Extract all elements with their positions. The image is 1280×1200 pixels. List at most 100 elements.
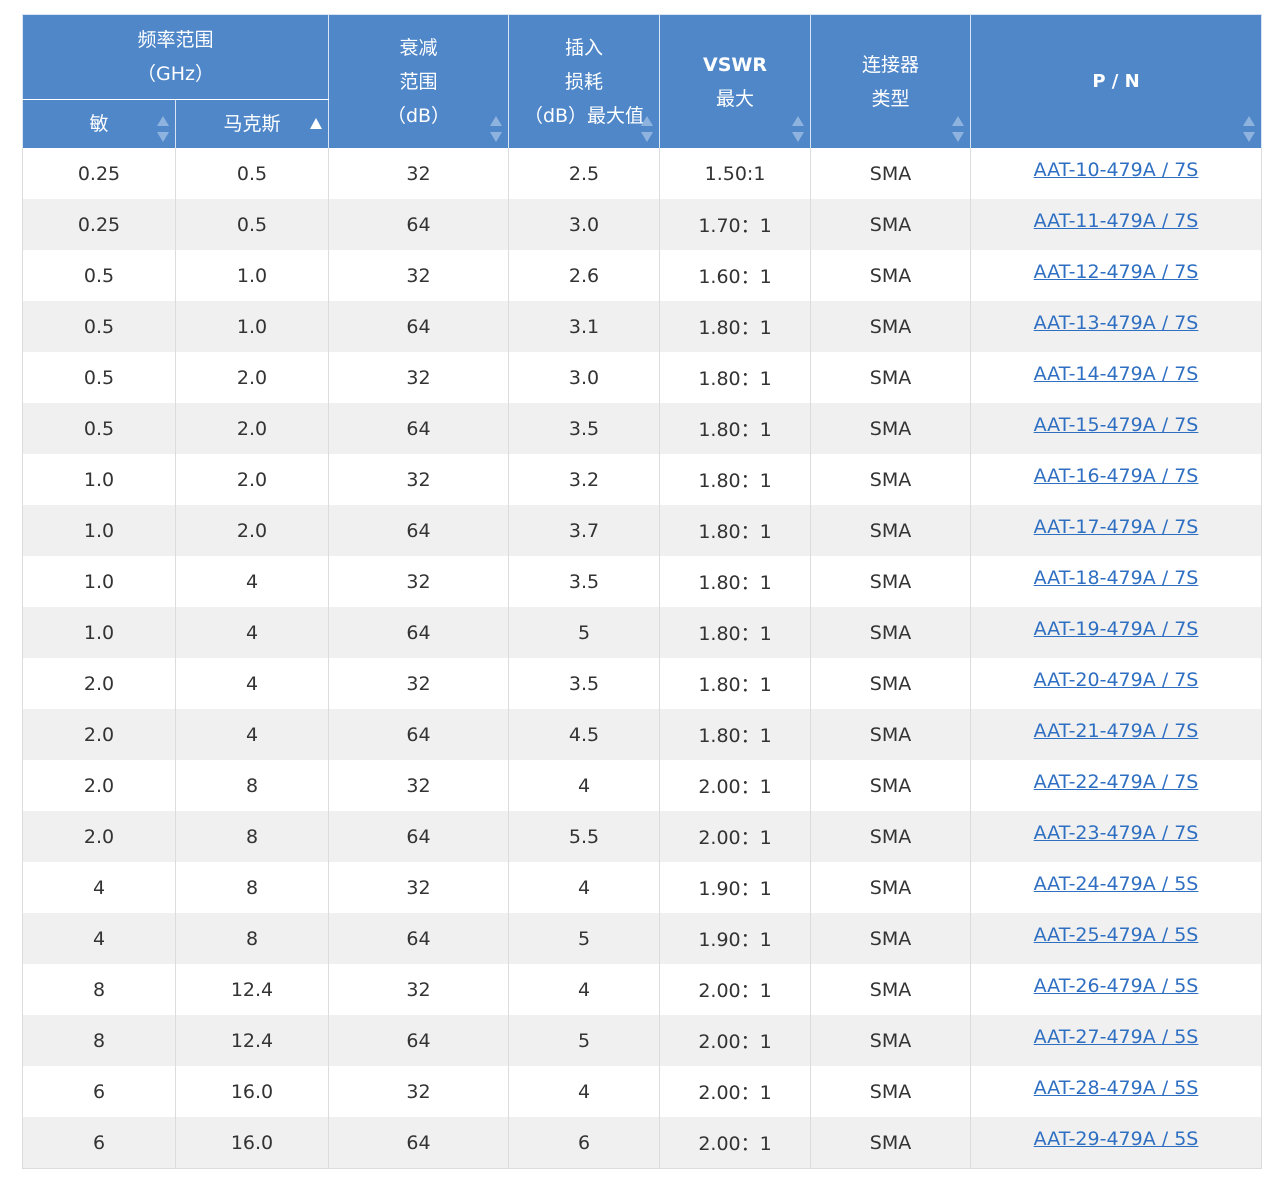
max-frequency-cell: 12.4 [174,964,330,1015]
max-frequency-cell: 1.0 [174,250,330,301]
connector-type-cell: SMA [810,862,972,913]
insertion-loss-cell: 4 [508,760,661,811]
part-number-link[interactable]: AAT-27-479A / 5S [1034,1026,1199,1048]
insertion-loss-header-line1: 插入 [565,36,604,59]
min-frequency-cell: 0.5 [22,301,176,352]
insertion-loss-cell: 6 [508,1117,661,1169]
max-frequency-cell: 4 [174,556,330,607]
part-number-cell: AAT-12-479A / 7S [970,250,1263,301]
vswr-cell: 1.80：1 [659,505,812,556]
part-number-link[interactable]: AAT-22-479A / 7S [1034,771,1199,793]
attenuation-header-line2: 范围 [399,70,438,93]
part-number-link[interactable]: AAT-25-479A / 5S [1034,924,1199,946]
vswr-header[interactable]: VSWR 最大 [659,14,812,148]
max-frequency-cell: 1.0 [174,301,330,352]
part-number-link[interactable]: AAT-12-479A / 7S [1034,261,1199,283]
part-number-link[interactable]: AAT-18-479A / 7S [1034,567,1199,589]
connector-type-cell: SMA [810,148,972,199]
connector-type-cell: SMA [810,454,972,505]
part-number-link-wrapper: AAT-20-479A / 7S [1034,669,1199,691]
connector-type-cell: SMA [810,1015,972,1066]
part-number-link-wrapper: AAT-10-479A / 7S [1034,159,1199,181]
sort-both-icon[interactable] [952,116,965,142]
part-number-cell: AAT-29-479A / 5S [970,1117,1263,1169]
attenuation-cell: 64 [328,403,510,454]
part-number-link[interactable]: AAT-11-479A / 7S [1034,210,1199,232]
part-number-link[interactable]: AAT-16-479A / 7S [1034,465,1199,487]
insertion-loss-cell: 5 [508,607,661,658]
connector-type-cell: SMA [810,658,972,709]
vswr-cell: 1.80：1 [659,403,812,454]
max-frequency-cell: 0.5 [174,199,330,250]
attenuation-header-line3: （dB） [386,104,451,127]
part-number-link[interactable]: AAT-29-479A / 5S [1034,1128,1199,1150]
vswr-cell: 2.00：1 [659,1066,812,1117]
part-number-link-wrapper: AAT-26-479A / 5S [1034,975,1199,997]
min-frequency-cell: 0.5 [22,352,176,403]
part-number-link-wrapper: AAT-12-479A / 7S [1034,261,1199,283]
part-number-link[interactable]: AAT-28-479A / 5S [1034,1077,1199,1099]
max-frequency-header[interactable]: 马克斯 [174,99,330,148]
part-number-link[interactable]: AAT-19-479A / 7S [1034,618,1199,640]
part-number-link[interactable]: AAT-23-479A / 7S [1034,822,1199,844]
max-frequency-cell: 4 [174,709,330,760]
table-row: 4 8 64 5 1.90：1 SMA AAT-25-479A / 5S [22,913,1263,964]
sort-both-icon[interactable] [157,116,169,142]
part-number-cell: AAT-18-479A / 7S [970,556,1263,607]
connector-header-line2: 类型 [871,87,910,110]
max-frequency-cell: 8 [174,913,330,964]
frequency-range-label: 频率范围 [137,29,214,51]
sort-both-icon[interactable] [1243,116,1256,142]
connector-type-cell: SMA [810,403,972,454]
part-number-cell: AAT-17-479A / 7S [970,505,1263,556]
part-number-link[interactable]: AAT-13-479A / 7S [1034,312,1199,334]
part-number-link[interactable]: AAT-10-479A / 7S [1034,159,1199,181]
part-number-cell: AAT-22-479A / 7S [970,760,1263,811]
vswr-cell: 2.00：1 [659,1015,812,1066]
product-table: 频率范围 （GHz） 衰减 范围 （dB） 插入 损耗 （dB）最大值 VSWR [21,14,1263,1169]
connector-header-line1: 连接器 [862,53,920,76]
sort-both-icon[interactable] [792,116,805,142]
part-number-link[interactable]: AAT-21-479A / 7S [1034,720,1199,742]
attenuation-cell: 32 [328,250,510,301]
insertion-loss-header-line3: （dB）最大值 [523,104,645,127]
part-number-header[interactable]: P / N [970,14,1263,148]
part-number-link[interactable]: AAT-14-479A / 7S [1034,363,1199,385]
attenuation-cell: 32 [328,862,510,913]
table-row: 2.0 8 32 4 2.00：1 SMA AAT-22-479A / 7S [22,760,1263,811]
max-frequency-cell: 8 [174,862,330,913]
part-number-link[interactable]: AAT-26-479A / 5S [1034,975,1199,997]
max-frequency-cell: 16.0 [174,1066,330,1117]
table-row: 1.0 4 32 3.5 1.80：1 SMA AAT-18-479A / 7S [22,556,1263,607]
connector-type-header[interactable]: 连接器 类型 [810,14,972,148]
min-frequency-header-label: 敏 [89,113,109,135]
part-number-link[interactable]: AAT-15-479A / 7S [1034,414,1199,436]
vswr-cell: 1.90：1 [659,862,812,913]
vswr-cell: 1.60：1 [659,250,812,301]
table-row: 2.0 4 32 3.5 1.80：1 SMA AAT-20-479A / 7S [22,658,1263,709]
part-number-link[interactable]: AAT-20-479A / 7S [1034,669,1199,691]
part-number-link[interactable]: AAT-24-479A / 5S [1034,873,1199,895]
vswr-cell: 1.50:1 [659,148,812,199]
min-frequency-header[interactable]: 敏 [22,99,176,148]
sort-ascending-icon[interactable] [310,118,323,129]
attenuation-header[interactable]: 衰减 范围 （dB） [328,14,510,148]
vswr-header-line2: 最大 [716,87,755,110]
part-number-link[interactable]: AAT-17-479A / 7S [1034,516,1199,538]
sort-both-icon[interactable] [641,116,654,142]
part-number-cell: AAT-13-479A / 7S [970,301,1263,352]
part-number-cell: AAT-24-479A / 5S [970,862,1263,913]
sort-both-icon[interactable] [490,116,503,142]
insertion-loss-header-line2: 损耗 [565,70,604,93]
attenuation-cell: 32 [328,352,510,403]
min-frequency-cell: 6 [22,1066,176,1117]
frequency-range-unit: （GHz） [137,63,214,85]
connector-type-cell: SMA [810,709,972,760]
vswr-cell: 2.00：1 [659,964,812,1015]
attenuation-cell: 32 [328,556,510,607]
insertion-loss-header[interactable]: 插入 损耗 （dB）最大值 [508,14,661,148]
min-frequency-cell: 0.25 [22,148,176,199]
part-number-cell: AAT-11-479A / 7S [970,199,1263,250]
max-frequency-cell: 12.4 [174,1015,330,1066]
min-frequency-cell: 0.5 [22,403,176,454]
